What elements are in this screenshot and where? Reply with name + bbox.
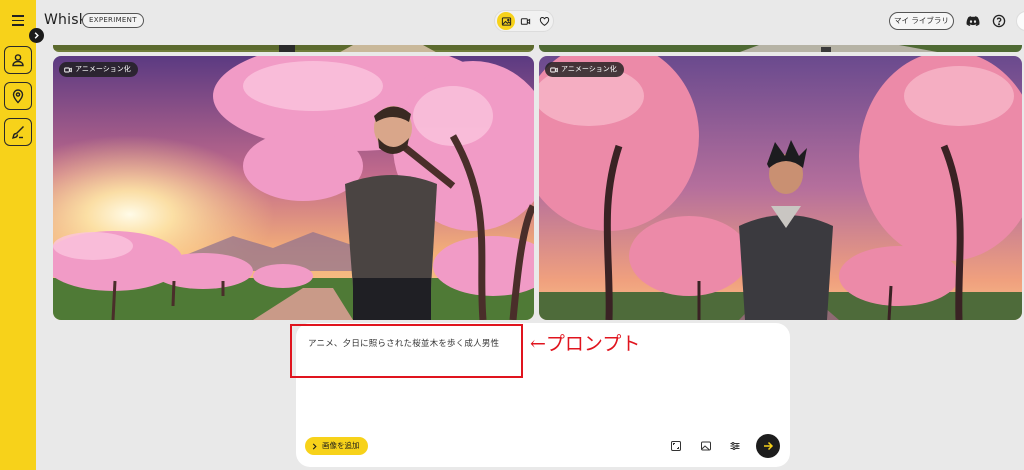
avatar[interactable]	[1016, 11, 1024, 31]
annotation-label: ←プロンプト	[530, 333, 641, 355]
expand-sidebar-button[interactable]	[29, 28, 44, 43]
send-button[interactable]	[756, 434, 780, 458]
sidebar-rail	[0, 0, 36, 470]
app-title: Whisk	[44, 12, 88, 28]
top-header: Whisk EXPERIMENT マイ ライブラリ	[36, 0, 1024, 42]
settings-sliders-icon[interactable]	[727, 438, 743, 454]
experiment-badge: EXPERIMENT	[82, 13, 144, 28]
subject-person-icon[interactable]	[4, 46, 32, 74]
scene-location-icon[interactable]	[4, 82, 32, 110]
chevron-right-icon	[312, 442, 317, 450]
animate-icon	[64, 67, 72, 72]
image-icon[interactable]	[497, 12, 515, 30]
animate-label: アニメーション化	[561, 65, 617, 73]
generated-image-tile[interactable]: アニメーション化	[539, 56, 1022, 320]
heart-icon[interactable]	[535, 12, 553, 30]
style-brush-icon[interactable]	[4, 118, 32, 146]
animate-button[interactable]: アニメーション化	[545, 62, 624, 77]
annotation-highlight-box	[290, 324, 523, 378]
animate-label: アニメーション化	[75, 65, 131, 73]
add-image-label: 画像を追加	[322, 441, 360, 450]
animate-icon	[550, 67, 558, 72]
image-frame-icon[interactable]	[698, 438, 714, 454]
arrow-right-icon	[764, 441, 774, 451]
previous-image-strip-right[interactable]	[539, 41, 1022, 52]
my-library-button[interactable]: マイ ライブラリ	[889, 12, 954, 30]
generated-image-tile[interactable]: アニメーション化	[53, 56, 534, 320]
add-image-button[interactable]: 画像を追加	[305, 437, 368, 455]
menu-icon[interactable]	[9, 12, 27, 30]
help-icon[interactable]	[990, 12, 1008, 30]
aspect-ratio-icon[interactable]	[668, 438, 684, 454]
video-icon[interactable]	[516, 12, 534, 30]
animate-button[interactable]: アニメーション化	[59, 62, 138, 77]
previous-image-strip-left[interactable]	[53, 41, 534, 52]
discord-icon[interactable]	[964, 12, 982, 30]
mode-switcher	[494, 10, 554, 32]
